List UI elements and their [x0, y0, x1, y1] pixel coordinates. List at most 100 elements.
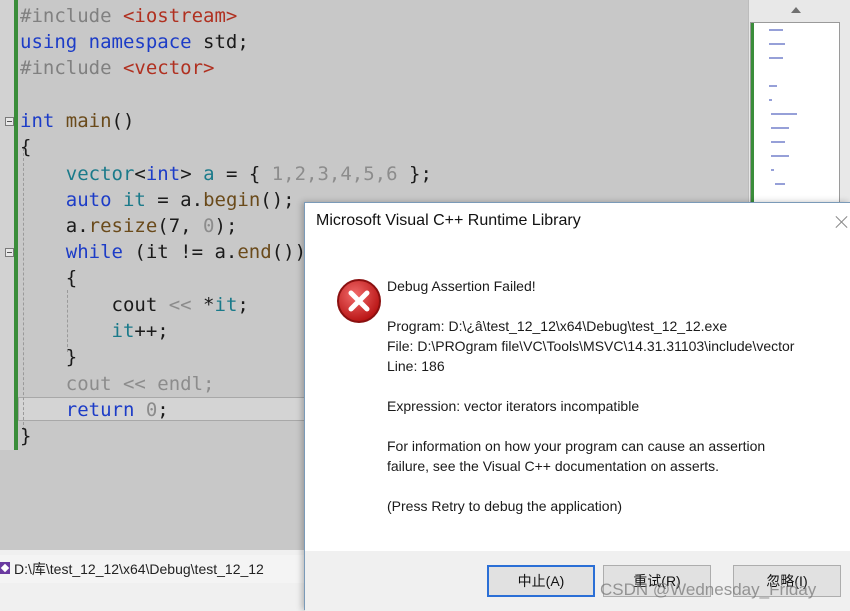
- minimap-line: [771, 127, 789, 129]
- console-window-title: D:\库\test_12_12\x64\Debug\test_12_12: [14, 561, 264, 577]
- close-icon[interactable]: [835, 215, 849, 229]
- code-line[interactable]: cout << endl;: [20, 371, 215, 397]
- minimap-line: [775, 183, 785, 185]
- code-token: ;: [237, 294, 249, 316]
- file-path: File: D:\PROgram file\VC\Tools\MSVC\14.3…: [387, 338, 795, 354]
- minimap-line: [769, 85, 777, 87]
- code-token: );: [214, 215, 238, 237]
- code-token: resize: [88, 215, 158, 237]
- code-token: begin: [203, 189, 261, 211]
- code-token: }: [20, 346, 78, 368]
- code-token: 1,2,3,4,5,6: [271, 163, 398, 185]
- code-token: = a.: [145, 189, 204, 211]
- code-token: 0: [145, 399, 158, 421]
- code-token: <iostream>: [122, 5, 238, 27]
- code-token: a: [203, 163, 215, 185]
- fold-toggle-main[interactable]: [5, 117, 14, 126]
- dialog-title: Microsoft Visual C++ Runtime Library: [316, 212, 581, 229]
- code-token: #include: [20, 57, 123, 79]
- code-line[interactable]: while (it != a.end()): [20, 239, 306, 265]
- change-indicator-bar: [14, 0, 18, 450]
- code-line[interactable]: int main(): [20, 108, 134, 134]
- code-token: 0: [203, 215, 215, 237]
- code-line[interactable]: using namespace std;: [20, 29, 249, 55]
- editor-gutter: [0, 0, 14, 450]
- code-token: auto: [65, 189, 123, 211]
- abort-button[interactable]: 中止(A): [487, 565, 595, 597]
- code-token: #include: [20, 5, 123, 27]
- minimap-line: [769, 29, 783, 31]
- code-line[interactable]: #include <iostream>: [20, 3, 237, 29]
- code-line[interactable]: {: [20, 134, 31, 160]
- code-token: int: [145, 163, 181, 185]
- error-icon: [337, 279, 381, 323]
- minimap-line: [769, 57, 783, 59]
- code-line[interactable]: cout << *it;: [20, 292, 249, 318]
- line-number: Line: 186: [387, 358, 445, 374]
- code-token: it: [122, 189, 146, 211]
- code-token: <: [134, 163, 146, 185]
- code-token: };: [397, 163, 432, 185]
- expression-text: Expression: vector iterators incompatibl…: [387, 398, 640, 414]
- code-line[interactable]: }: [20, 344, 77, 370]
- code-token: (7,: [157, 215, 204, 237]
- watermark-text: CSDN @Wednesday_Friday: [600, 580, 817, 599]
- minimap-line: [769, 43, 785, 45]
- code-token: main: [65, 110, 112, 132]
- code-token: <vector>: [122, 57, 215, 79]
- code-token: = {: [214, 163, 272, 185]
- code-token: >: [180, 163, 204, 185]
- code-token: ++;: [134, 320, 169, 342]
- code-line[interactable]: return 0;: [20, 397, 169, 423]
- code-token: }: [20, 425, 32, 447]
- visual-studio-icon: [0, 562, 10, 574]
- code-line[interactable]: {: [20, 265, 77, 291]
- info-text-line-2: failure, see the Visual C++ documentatio…: [387, 458, 720, 474]
- code-token: ();: [260, 189, 295, 211]
- minimap-line: [771, 155, 789, 157]
- code-minimap[interactable]: [750, 22, 840, 209]
- program-path: Program: D:\¿â\test_12_12\x64\Debug\test…: [387, 318, 728, 334]
- code-token: vector: [65, 163, 135, 185]
- code-token: cout: [20, 294, 169, 316]
- minimap-line: [771, 169, 774, 171]
- code-token: (): [111, 110, 135, 132]
- code-token: {: [20, 267, 78, 289]
- code-line[interactable]: auto it = a.begin();: [20, 187, 295, 213]
- code-token: <<: [168, 294, 192, 316]
- code-token: {: [20, 136, 32, 158]
- minimap-line: [769, 99, 772, 101]
- code-token: while: [65, 241, 135, 263]
- code-token: int: [20, 110, 66, 132]
- code-token: ()): [271, 241, 307, 263]
- code-token: it: [214, 294, 238, 316]
- retry-hint: (Press Retry to debug the application): [387, 498, 623, 514]
- code-line[interactable]: a.resize(7, 0);: [20, 213, 238, 239]
- code-token: return: [65, 399, 146, 421]
- code-line[interactable]: }: [20, 423, 31, 449]
- code-token: using namespace: [20, 31, 204, 53]
- code-line[interactable]: it++;: [20, 318, 169, 344]
- code-token: end: [237, 241, 272, 263]
- code-token: *: [191, 294, 215, 316]
- assertion-heading: Debug Assertion Failed!: [387, 278, 536, 294]
- code-token: (it != a.: [134, 241, 238, 263]
- minimap-change-bar: [751, 23, 754, 209]
- minimap-line: [771, 141, 785, 143]
- code-line[interactable]: vector<int> a = { 1,2,3,4,5,6 };: [20, 161, 432, 187]
- scroll-up-arrow-icon[interactable]: [790, 4, 802, 16]
- code-token: std;: [203, 31, 249, 53]
- code-token: cout << endl;: [20, 373, 215, 395]
- fold-toggle-while[interactable]: [5, 248, 14, 257]
- code-token: it: [111, 320, 135, 342]
- code-line[interactable]: #include <vector>: [20, 55, 214, 81]
- code-token: ;: [157, 399, 169, 421]
- runtime-error-dialog: Microsoft Visual C++ Runtime Library Deb…: [304, 202, 850, 611]
- info-text-line-1: For information on how your program can …: [387, 438, 766, 454]
- minimap-line: [771, 113, 797, 115]
